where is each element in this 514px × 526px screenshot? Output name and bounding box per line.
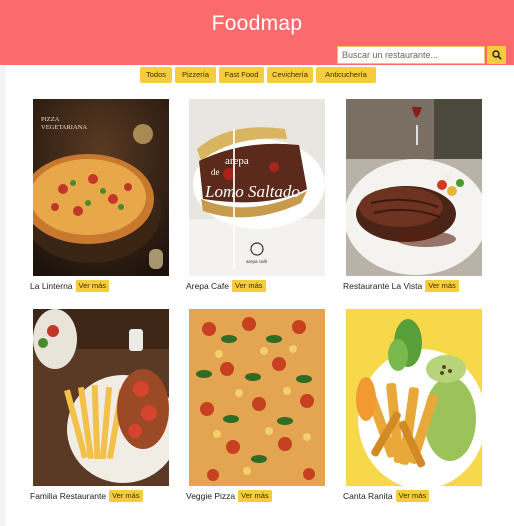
restaurant-name-row: Arepa Cafe Ver más xyxy=(186,280,266,292)
restaurant-card: Veggie Pizza Ver más xyxy=(186,309,325,509)
filter-cevicheria[interactable]: Cevichería xyxy=(267,67,313,83)
left-gutter xyxy=(0,65,6,526)
restaurant-image[interactable]: PIZZA VEGETARIANA xyxy=(33,99,169,276)
image-caption-line-2: de xyxy=(211,167,220,177)
restaurant-image[interactable] xyxy=(346,309,482,486)
restaurant-card: Restaurante La Vista Ver más xyxy=(343,99,482,299)
filter-anticucheria[interactable]: Anticuchería xyxy=(316,67,376,83)
ver-mas-button[interactable]: Ver más xyxy=(75,280,110,292)
restaurant-name-row: Restaurante La Vista Ver más xyxy=(343,280,459,292)
filter-fast-food[interactable]: Fast Food xyxy=(219,67,264,83)
header-bar: Foodmap xyxy=(0,0,514,65)
ver-mas-button[interactable]: Ver más xyxy=(238,490,272,502)
restaurant-image[interactable]: arepa de Lomo Saltado arepa café xyxy=(189,99,325,276)
image-caption-line-1: arepa xyxy=(225,155,249,167)
restaurant-card: Familia Restaurante Ver más xyxy=(30,309,169,509)
image-logo-text: arepa café xyxy=(246,259,268,264)
ver-mas-button[interactable]: Ver más xyxy=(109,490,143,502)
restaurant-name: Arepa Cafe xyxy=(186,281,229,291)
restaurant-image[interactable] xyxy=(346,99,482,276)
restaurant-name: Familia Restaurante xyxy=(30,491,107,501)
search-button[interactable] xyxy=(487,46,506,64)
search-icon xyxy=(491,50,502,60)
restaurant-name-row: Veggie Pizza Ver más xyxy=(186,490,272,502)
image-caption-line-2: VEGETARIANA xyxy=(41,124,87,131)
app-title: Foodmap xyxy=(211,12,303,35)
filter-todos[interactable]: Todos xyxy=(140,67,172,83)
restaurant-name: Restaurante La Vista xyxy=(343,281,423,291)
restaurant-name-row: Canta Ranita Ver más xyxy=(343,490,430,502)
ver-mas-button[interactable]: Ver más xyxy=(232,280,266,292)
restaurant-name: Veggie Pizza xyxy=(186,491,236,501)
restaurant-name-row: La Linterna Ver más xyxy=(30,280,110,292)
restaurant-image[interactable] xyxy=(189,309,325,486)
restaurant-card: PIZZA VEGETARIANA La Linterna Ver más xyxy=(30,99,169,299)
restaurant-card: Canta Ranita Ver más xyxy=(343,309,482,509)
restaurant-name: Canta Ranita xyxy=(343,491,393,501)
restaurant-card: arepa de Lomo Saltado arepa café Arepa C… xyxy=(186,99,325,299)
search-input[interactable] xyxy=(337,46,485,64)
image-caption-line-1: PIZZA xyxy=(41,116,60,123)
ver-mas-button[interactable]: Ver más xyxy=(395,490,430,502)
restaurant-image[interactable] xyxy=(33,309,169,486)
restaurant-name: La Linterna xyxy=(30,281,73,291)
restaurant-name-row: Familia Restaurante Ver más xyxy=(30,490,143,502)
image-caption-line-3: Lomo Saltado xyxy=(204,182,300,201)
ver-mas-button[interactable]: Ver más xyxy=(425,280,459,292)
filter-pizzeria[interactable]: Pizzería xyxy=(175,67,216,83)
